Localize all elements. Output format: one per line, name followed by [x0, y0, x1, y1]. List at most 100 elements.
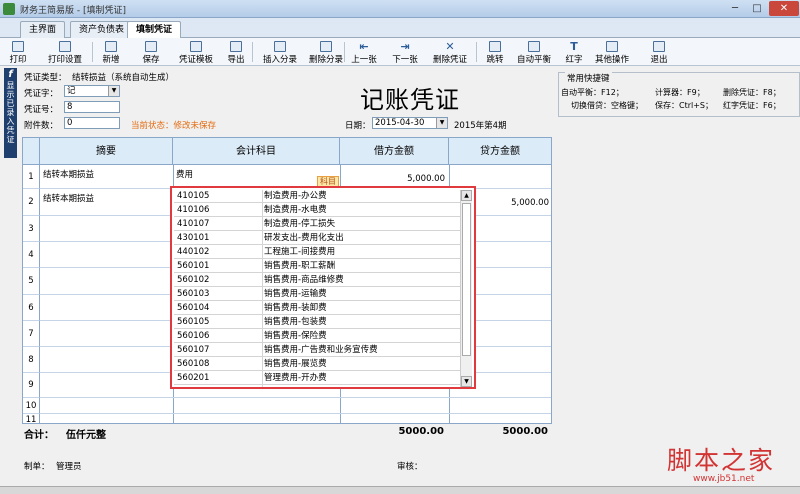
toolbar-button-9[interactable]: ⇤ 上一张: [348, 39, 380, 65]
chevron-down-icon[interactable]: ▼: [108, 86, 119, 96]
hotkey-auto-balance: 自动平衡：F12；: [561, 88, 624, 97]
status-text: 当前状态：修改未保存: [131, 121, 217, 131]
voucher-word-select[interactable]: 记 ▼: [64, 85, 120, 97]
toolbar-button-8[interactable]: 删除分录: [304, 39, 348, 65]
show-entered-vouchers-strip[interactable]: f 显示已录入凭证: [4, 68, 17, 158]
hotkeys-title: 常用快捷键: [565, 72, 612, 84]
toolbar-button-4[interactable]: 保存: [136, 39, 166, 65]
row-number: 8: [23, 347, 40, 373]
account-option[interactable]: 560201 管理费用-开办费: [174, 372, 462, 385]
app-icon: [3, 3, 15, 15]
watermark-url: www.jb51.net: [693, 474, 755, 484]
toolbar-label: 红字: [565, 55, 583, 65]
toolbar-button-11[interactable]: ✕ 删除凭证: [428, 39, 472, 65]
save-icon: [145, 41, 157, 52]
account-name: 销售费用-职工薪酬: [264, 261, 336, 271]
printer-icon: [12, 41, 24, 52]
toolbar-label: 打印: [9, 55, 27, 65]
toolbar-button-3[interactable]: 新增: [96, 39, 126, 65]
maximize-button[interactable]: □: [746, 1, 768, 16]
watermark-logo: 脚本之家 www.jb51.net: [655, 438, 800, 488]
watermark-text: 脚本之家: [667, 446, 776, 475]
row1-debit[interactable]: 5,000.00: [353, 174, 445, 184]
account-option[interactable]: 410105 制造费用-办公费: [174, 190, 462, 203]
toolbar-button-16[interactable]: 退出: [644, 39, 674, 65]
voucher-type-value: 结转损益（系统自动生成）: [72, 73, 175, 83]
row-number: 11: [23, 414, 40, 423]
account-option[interactable]: 440102 工程施工-间接费用: [174, 246, 462, 259]
account-option[interactable]: 560103 销售费用-运输费: [174, 288, 462, 301]
chevron-down-icon[interactable]: ▼: [436, 118, 447, 128]
toolbar-button-2[interactable]: 打印设置: [44, 39, 86, 65]
account-option[interactable]: 560104 销售费用-装卸费: [174, 302, 462, 315]
date-label: 日期：: [345, 121, 371, 131]
account-option[interactable]: 560105 销售费用-包装费: [174, 316, 462, 329]
show-entered-vouchers-label: 显示已录入凭证: [6, 81, 15, 144]
scroll-down-icon[interactable]: ▼: [461, 376, 472, 387]
row-number: 4: [23, 242, 40, 268]
account-code: 560102: [177, 275, 210, 285]
delete-entry-icon: [320, 41, 332, 52]
toolbar-button-14[interactable]: T 红字: [560, 39, 588, 65]
account-option[interactable]: 560108 销售费用-展览费: [174, 358, 462, 371]
account-option[interactable]: 410106 制造费用-水电费: [174, 204, 462, 217]
account-option[interactable]: 560101 销售费用-职工薪酬: [174, 260, 462, 273]
page-title: 记账凭证: [360, 86, 460, 114]
account-option[interactable]: 560106 销售费用-保险费: [174, 330, 462, 343]
toolbar-button-7[interactable]: 插入分录: [258, 39, 302, 65]
toolbar-button-10[interactable]: ⇥ 下一张: [386, 39, 424, 65]
minimize-button[interactable]: ─: [724, 1, 746, 16]
account-code: 560106: [177, 331, 210, 341]
account-option[interactable]: 410107 制造费用-停工损失: [174, 218, 462, 231]
scrollbar-thumb[interactable]: [462, 203, 471, 356]
toolbar-button-5[interactable]: 凭证模板: [174, 39, 218, 65]
hotkeys-panel: 常用快捷键 自动平衡：F12； 计算器：F9； 删除凭证：F8； 切换借贷：空格…: [558, 72, 800, 117]
toolbar-label: 凭证模板: [178, 55, 213, 65]
account-option[interactable]: 560107 销售费用-广告费和业务宣传费: [174, 344, 462, 357]
exit-icon: [653, 41, 665, 52]
account-dropdown: 410105 制造费用-办公费 410106 制造费用-水电费 410107 制造费用-停…: [170, 186, 476, 389]
tab-main[interactable]: 主界面: [20, 21, 66, 38]
account-option[interactable]: 430101 研发支出-费用化支出: [174, 232, 462, 245]
window-title: 财务王简易版 - [填制凭证]: [20, 6, 126, 16]
date-picker[interactable]: 2015-04-30 ▼: [372, 117, 448, 129]
summary-header: 摘要: [40, 138, 173, 165]
row1-summary[interactable]: 结转本期损益: [43, 168, 94, 180]
toolbar-label: 保存: [142, 55, 160, 65]
account-name: 制造费用-办公费: [264, 191, 327, 201]
attachments-field[interactable]: 0: [64, 117, 120, 129]
account-name: 销售费用-装卸费: [264, 303, 327, 313]
voucher-word-value: 记: [67, 86, 76, 96]
account-list-scrollbar[interactable]: ▲ ▼: [460, 190, 472, 387]
totals-debit: 5000.00: [398, 426, 444, 437]
row-number: 9: [23, 373, 40, 398]
toolbar-label: 导出: [227, 55, 245, 65]
toolbar-button-15[interactable]: 其他操作: [590, 39, 634, 65]
toolbar-button-1[interactable]: 打印: [4, 39, 32, 65]
account-option[interactable]: 560102 销售费用-商品维修费: [174, 274, 462, 287]
hotkey-delete-voucher: 删除凭证：F8；: [723, 88, 781, 97]
toolbar-button-12[interactable]: 跳转: [480, 39, 510, 65]
row-number: 5: [23, 268, 40, 295]
toolbar-label: 自动平衡: [516, 55, 551, 65]
row1-account[interactable]: 费用: [176, 168, 193, 180]
toolbar-label: 插入分录: [262, 55, 297, 65]
row-number: 6: [23, 295, 40, 321]
attachments-value: 0: [67, 118, 73, 128]
tab-balance-sheet[interactable]: 资产负债表: [70, 21, 134, 38]
close-button[interactable]: ✕: [769, 1, 799, 16]
scroll-up-icon[interactable]: ▲: [461, 190, 472, 201]
account-code: 410107: [177, 219, 210, 229]
account-name: 销售费用-保险费: [264, 331, 327, 341]
toolbar-button-6[interactable]: 导出: [222, 39, 250, 65]
row-number: 1: [23, 165, 40, 189]
account-code: 560108: [177, 359, 210, 369]
account-header: 会计科目: [173, 138, 340, 165]
account-name: 销售费用-运输费: [264, 289, 327, 299]
toolbar-button-13[interactable]: 自动平衡: [512, 39, 556, 65]
row2-summary[interactable]: 结转本期损益: [43, 192, 94, 204]
tab-fill-voucher[interactable]: 填制凭证: [127, 21, 182, 38]
account-name: 制造费用-水电费: [264, 205, 327, 215]
voucher-no-field[interactable]: 8: [64, 101, 120, 113]
red-text-icon: T: [570, 40, 578, 53]
